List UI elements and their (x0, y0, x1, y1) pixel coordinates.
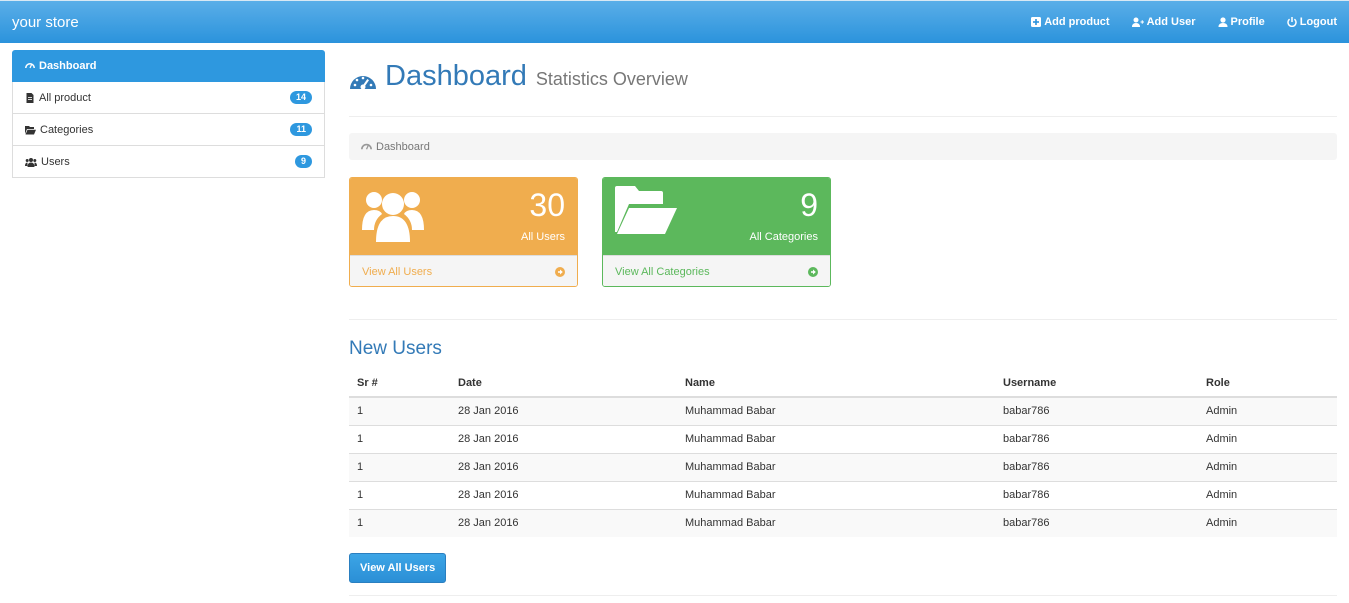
table-cell: 1 (349, 480, 450, 509)
sidebar-item-categories[interactable]: Categories 11 (12, 114, 325, 146)
logout-label: Logout (1299, 16, 1337, 28)
table-header-row: Sr # Date Name Username Role (349, 369, 1337, 398)
count-badge: 9 (294, 155, 312, 168)
sidebar-item-dashboard[interactable]: Dashboard (12, 50, 325, 82)
table-cell: Admin (1198, 396, 1337, 425)
table-cell: Muhammad Babar (677, 396, 995, 425)
users-icon (362, 192, 424, 242)
users-stat-panel: 30 All Users View All Users (349, 177, 578, 287)
table-cell: 28 Jan 2016 (450, 424, 677, 453)
add-product-label: Add product (1044, 16, 1110, 28)
count-badge: 14 (289, 91, 312, 104)
table-cell: babar786 (995, 480, 1198, 509)
bottom-divider (349, 595, 1337, 596)
sidebar: Dashboard All product 14 Categories 11 U… (12, 50, 325, 178)
table-row: 1 28 Jan 2016 Muhammad Babar babar786 Ad… (349, 508, 1337, 537)
arrow-circle-right-icon (555, 267, 565, 277)
table-cell: Muhammad Babar (677, 508, 995, 537)
table-cell: 28 Jan 2016 (450, 508, 677, 537)
page-header: Dashboard Statistics Overview (349, 60, 1337, 117)
stat-panels: 30 All Users View All Users 9 All Catego… (349, 177, 1337, 287)
add-user-link[interactable]: Add User (1131, 16, 1196, 28)
breadcrumb-item: Dashboard (376, 140, 430, 153)
table-cell: Admin (1198, 508, 1337, 537)
dashboard-icon (25, 63, 35, 69)
column-header: Date (450, 369, 677, 398)
sidebar-item-label: All product (39, 91, 91, 104)
page-title: Dashboard (385, 60, 527, 92)
table-cell: 1 (349, 424, 450, 453)
table-cell: babar786 (995, 452, 1198, 481)
power-icon (1287, 17, 1297, 27)
table-cell: 28 Jan 2016 (450, 452, 677, 481)
top-navbar: your store Add product Add User Profile … (0, 0, 1349, 43)
view-all-categories-link[interactable]: View All Categories (603, 255, 830, 286)
table-row: 1 28 Jan 2016 Muhammad Babar babar786 Ad… (349, 452, 1337, 481)
table-cell: 1 (349, 508, 450, 537)
view-all-users-link[interactable]: View All Users (350, 255, 577, 286)
sidebar-item-label: Users (41, 155, 70, 168)
table-cell: babar786 (995, 508, 1198, 537)
panel-link-label: View All Categories (615, 266, 710, 278)
table-cell: 28 Jan 2016 (450, 480, 677, 509)
table-cell: Muhammad Babar (677, 452, 995, 481)
table-cell: babar786 (995, 396, 1198, 425)
table-row: 1 28 Jan 2016 Muhammad Babar babar786 Ad… (349, 480, 1337, 509)
profile-label: Profile (1230, 16, 1265, 28)
categories-label: All Categories (749, 231, 818, 243)
plus-square-icon (1031, 17, 1042, 27)
new-users-title: New Users (349, 338, 442, 359)
table-row: 1 28 Jan 2016 Muhammad Babar babar786 Ad… (349, 424, 1337, 453)
panel-heading: 9 All Categories (603, 178, 830, 255)
sidebar-item-label: Dashboard (39, 60, 97, 72)
new-users-table: Sr # Date Name Username Role 1 28 Jan 20… (349, 369, 1337, 537)
users-label: All Users (520, 231, 565, 243)
table-cell: 1 (349, 452, 450, 481)
table-cell: Admin (1198, 480, 1337, 509)
sidebar-item-all-product[interactable]: All product 14 (12, 82, 325, 114)
user-plus-icon (1131, 17, 1144, 27)
arrow-circle-right-icon (808, 267, 818, 277)
main-content: Dashboard Statistics Overview Dashboard … (349, 60, 1337, 583)
column-header: Role (1198, 369, 1337, 398)
panel-link-label: View All Users (362, 266, 433, 278)
table-row: 1 28 Jan 2016 Muhammad Babar babar786 Ad… (349, 396, 1337, 425)
sidebar-item-label: Categories (40, 123, 94, 136)
logout-link[interactable]: Logout (1287, 16, 1337, 28)
brand-link[interactable]: your store (12, 14, 79, 31)
view-all-users-button[interactable]: View All Users (349, 553, 447, 583)
table-cell: 28 Jan 2016 (450, 396, 677, 425)
categories-stat-panel: 9 All Categories View All Categories (602, 177, 831, 287)
add-user-label: Add User (1146, 16, 1196, 28)
user-icon (1218, 17, 1227, 27)
sidebar-item-users[interactable]: Users 9 (12, 146, 325, 178)
column-header: Name (677, 369, 995, 398)
dashboard-icon (361, 143, 372, 150)
breadcrumb: Dashboard (349, 133, 1337, 160)
add-product-link[interactable]: Add product (1031, 16, 1110, 28)
nav-links: Add product Add User Profile Logout (1031, 16, 1337, 28)
folder-open-icon (615, 186, 677, 234)
file-icon (26, 92, 34, 103)
table-cell: babar786 (995, 424, 1198, 453)
section-divider (349, 319, 1337, 320)
users-count: 30 (529, 187, 565, 223)
folder-open-icon (25, 125, 36, 134)
panel-heading: 30 All Users (350, 178, 577, 255)
table-cell: 1 (349, 396, 450, 425)
profile-link[interactable]: Profile (1218, 16, 1265, 28)
column-header: Username (995, 369, 1198, 398)
table-cell: Admin (1198, 424, 1337, 453)
categories-count: 9 (800, 187, 818, 223)
page-subtitle: Statistics Overview (535, 69, 688, 89)
users-icon (25, 157, 37, 167)
count-badge: 11 (290, 123, 312, 136)
dashboard-icon (350, 76, 376, 90)
table-cell: Admin (1198, 452, 1337, 481)
table-cell: Muhammad Babar (677, 424, 995, 453)
column-header: Sr # (349, 369, 450, 398)
table-cell: Muhammad Babar (677, 480, 995, 509)
